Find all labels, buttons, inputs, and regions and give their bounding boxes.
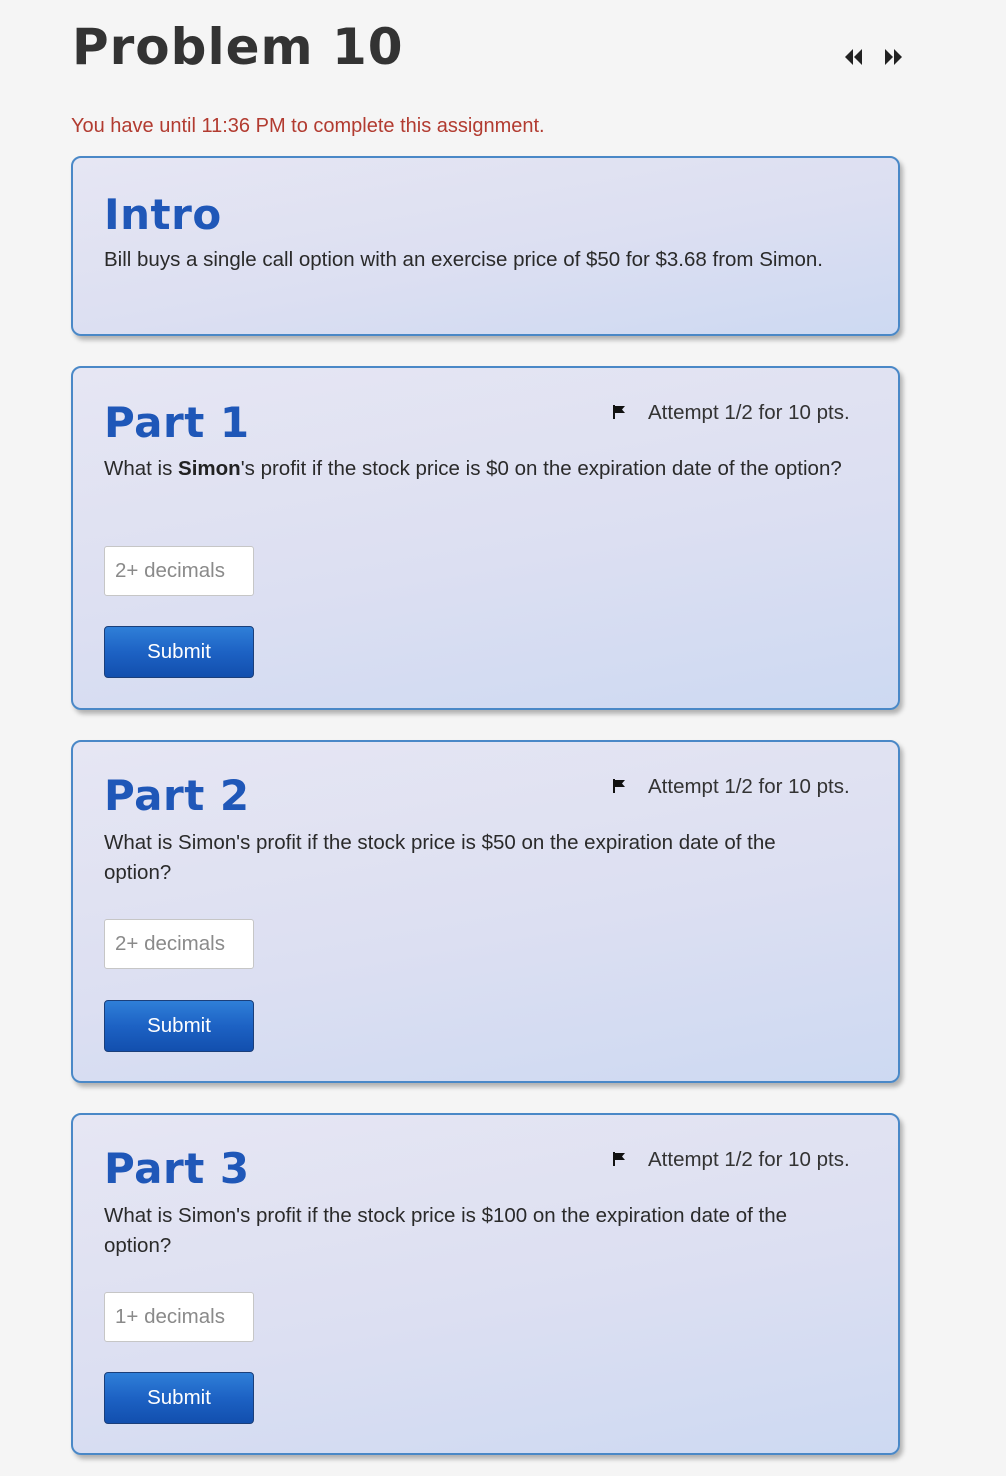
part-question: What is Simon's profit if the stock pric… [104, 831, 776, 884]
problem-navigation [842, 44, 908, 70]
part-heading: Part 3 [104, 1144, 250, 1193]
intro-card: Intro Bill buys a single call option wit… [71, 156, 900, 336]
flag-icon[interactable] [610, 1150, 628, 1168]
attempt-label: Attempt 1/2 for 10 pts. [648, 401, 850, 424]
next-problem-button[interactable] [882, 44, 906, 70]
part-heading: Part 1 [104, 398, 250, 447]
part-3-card: Part 3 Attempt 1/2 for 10 pts. What is S… [71, 1113, 900, 1455]
answer-input[interactable] [104, 546, 254, 596]
part-1-card: Part 1 Attempt 1/2 for 10 pts. What is S… [71, 366, 900, 710]
rewind-icon [845, 49, 862, 65]
answer-input[interactable] [104, 1292, 254, 1342]
flag-icon[interactable] [610, 777, 628, 795]
submit-button[interactable]: Submit [104, 626, 254, 678]
question-emphasis: Simon [178, 457, 241, 480]
submit-button[interactable]: Submit [104, 1000, 254, 1052]
fast-forward-icon [885, 49, 902, 65]
part-heading: Part 2 [104, 771, 250, 820]
intro-heading: Intro [104, 190, 222, 239]
question-suffix: 's profit if the stock price is $0 on th… [240, 457, 842, 480]
attempt-info: Attempt 1/2 for 10 pts. [610, 1145, 850, 1175]
attempt-label: Attempt 1/2 for 10 pts. [648, 775, 850, 798]
part-question: What is Simon's profit if the stock pric… [104, 1204, 788, 1257]
page-title: Problem 10 [72, 18, 404, 76]
attempt-info: Attempt 1/2 for 10 pts. [610, 398, 850, 428]
part-question: What is Simon's profit if the stock pric… [104, 454, 844, 484]
attempt-info: Attempt 1/2 for 10 pts. [610, 772, 850, 802]
part-2-card: Part 2 Attempt 1/2 for 10 pts. What is S… [71, 740, 900, 1083]
flag-icon[interactable] [610, 403, 628, 421]
answer-input[interactable] [104, 919, 254, 969]
intro-text: Bill buys a single call option with an e… [104, 248, 824, 271]
attempt-label: Attempt 1/2 for 10 pts. [648, 1148, 850, 1171]
submit-button[interactable]: Submit [104, 1372, 254, 1424]
deadline-notice: You have until 11:36 PM to complete this… [71, 115, 545, 137]
previous-problem-button[interactable] [842, 44, 866, 70]
question-prefix: What is [104, 457, 179, 480]
